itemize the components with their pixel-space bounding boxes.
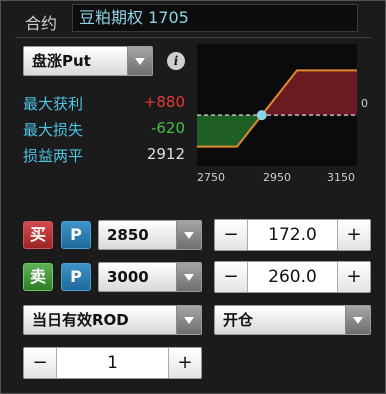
- breakeven-label: 损益两平: [23, 147, 84, 165]
- contract-field[interactable]: 豆粕期权 1705: [72, 4, 358, 32]
- decrement-button[interactable]: −: [215, 262, 248, 292]
- chart-zero-label: 0: [361, 97, 368, 110]
- increment-button[interactable]: +: [337, 220, 370, 250]
- strike-value: 2850: [107, 226, 149, 244]
- open-close-value: 开仓: [223, 311, 254, 329]
- put-button[interactable]: P: [61, 263, 91, 291]
- validity-dropdown[interactable]: 当日有效ROD: [23, 305, 202, 335]
- chevron-down-icon: [127, 47, 152, 75]
- chevron-down-icon: [176, 221, 201, 249]
- validity-value: 当日有效ROD: [32, 311, 129, 329]
- increment-button[interactable]: +: [337, 262, 370, 292]
- strike-dropdown[interactable]: 3000: [98, 262, 202, 292]
- decrement-button[interactable]: −: [24, 348, 57, 378]
- divider: [15, 37, 371, 38]
- strike-value: 3000: [107, 268, 149, 286]
- increment-button[interactable]: +: [168, 348, 201, 378]
- max-profit-value: +880: [143, 93, 185, 111]
- x-tick-label: 3150: [327, 171, 355, 184]
- payoff-chart: [197, 44, 357, 166]
- max-loss-value: -620: [150, 119, 185, 137]
- price-value[interactable]: 172.0: [248, 220, 337, 250]
- price-value[interactable]: 260.0: [248, 262, 337, 292]
- sell-button[interactable]: 卖: [23, 263, 53, 291]
- strategy-panel: 合约 豆粕期权 1705 盘涨Put i 最大获利 +880 最大损失 -620…: [0, 0, 386, 394]
- x-tick-label: 2950: [263, 171, 291, 184]
- decrement-button[interactable]: −: [215, 220, 248, 250]
- chevron-down-icon: [176, 263, 201, 291]
- contract-label: 合约: [25, 14, 58, 33]
- chevron-down-icon: [345, 306, 370, 334]
- strike-dropdown[interactable]: 2850: [98, 220, 202, 250]
- chevron-down-icon: [176, 306, 201, 334]
- buy-button[interactable]: 买: [23, 221, 53, 249]
- max-profit-label: 最大获利: [23, 95, 84, 113]
- strategy-type-dropdown[interactable]: 盘涨Put: [23, 46, 153, 76]
- info-icon[interactable]: i: [167, 52, 185, 70]
- price-stepper[interactable]: − 260.0 +: [214, 261, 371, 293]
- breakeven-value: 2912: [146, 145, 185, 163]
- strategy-type-value: 盘涨Put: [32, 52, 91, 70]
- put-button[interactable]: P: [61, 221, 91, 249]
- x-tick-label: 2750: [197, 171, 225, 184]
- quantity-value[interactable]: 1: [57, 348, 168, 378]
- price-stepper[interactable]: − 172.0 +: [214, 219, 371, 251]
- quantity-stepper[interactable]: − 1 +: [23, 347, 202, 379]
- open-close-dropdown[interactable]: 开仓: [214, 305, 371, 335]
- breakeven-point: [256, 110, 267, 121]
- max-loss-label: 最大损失: [23, 121, 84, 139]
